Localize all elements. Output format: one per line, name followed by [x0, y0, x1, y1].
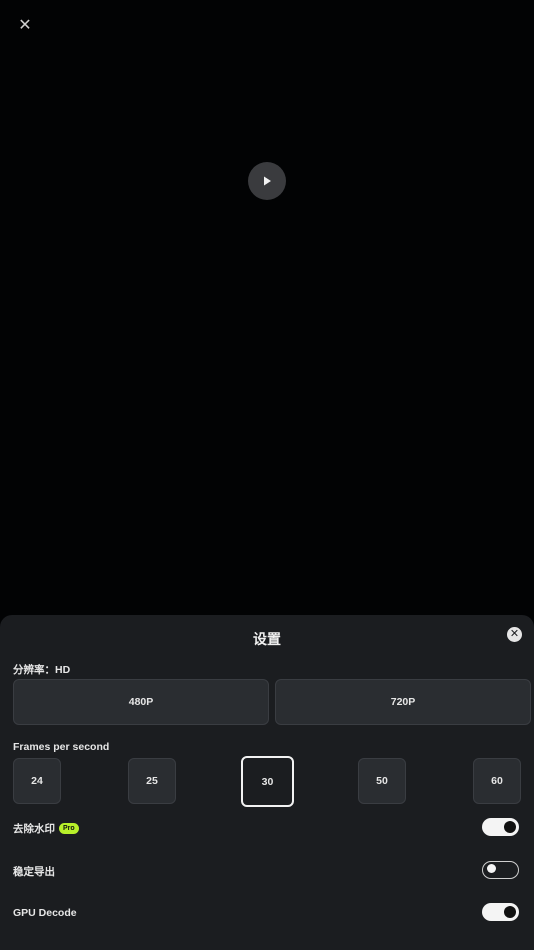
resolution-720p-button[interactable]: 720P — [275, 679, 531, 725]
settings-sheet: 设置 ✕ 分辨率：HD 480P 720P Frames per second … — [0, 615, 534, 950]
watermark-row: 去除水印 Pro — [13, 821, 79, 836]
play-button[interactable] — [248, 162, 286, 200]
toggle-knob — [504, 906, 516, 918]
fps-50-button[interactable]: 50 — [358, 758, 406, 804]
gpu-decode-label: GPU Decode — [13, 907, 77, 919]
close-preview-button[interactable]: ✕ — [12, 12, 38, 38]
watermark-toggle[interactable] — [482, 818, 519, 836]
toggle-knob — [504, 821, 516, 833]
sheet-title: 设置 — [253, 631, 281, 647]
resolution-label: 分辨率：HD — [13, 664, 71, 676]
watermark-label: 去除水印 — [13, 823, 55, 835]
stabilize-row: 稳定导出 — [13, 864, 55, 879]
sheet-close-button[interactable]: ✕ — [507, 627, 522, 642]
stabilize-label: 稳定导出 — [13, 866, 55, 878]
gpu-decode-row: GPU Decode — [13, 907, 77, 919]
play-icon — [264, 176, 271, 186]
stabilize-toggle[interactable] — [482, 861, 519, 879]
toggle-knob — [487, 864, 496, 873]
pro-badge: Pro — [59, 823, 79, 834]
gpu-decode-toggle[interactable] — [482, 903, 519, 921]
fps-25-button[interactable]: 25 — [128, 758, 176, 804]
fps-24-button[interactable]: 24 — [13, 758, 61, 804]
resolution-480p-button[interactable]: 480P — [13, 679, 269, 725]
close-icon: ✕ — [18, 17, 32, 34]
close-icon: ✕ — [509, 628, 520, 640]
fps-30-button[interactable]: 30 — [241, 756, 294, 807]
fps-label: Frames per second — [13, 741, 110, 753]
fps-60-button[interactable]: 60 — [473, 758, 521, 804]
